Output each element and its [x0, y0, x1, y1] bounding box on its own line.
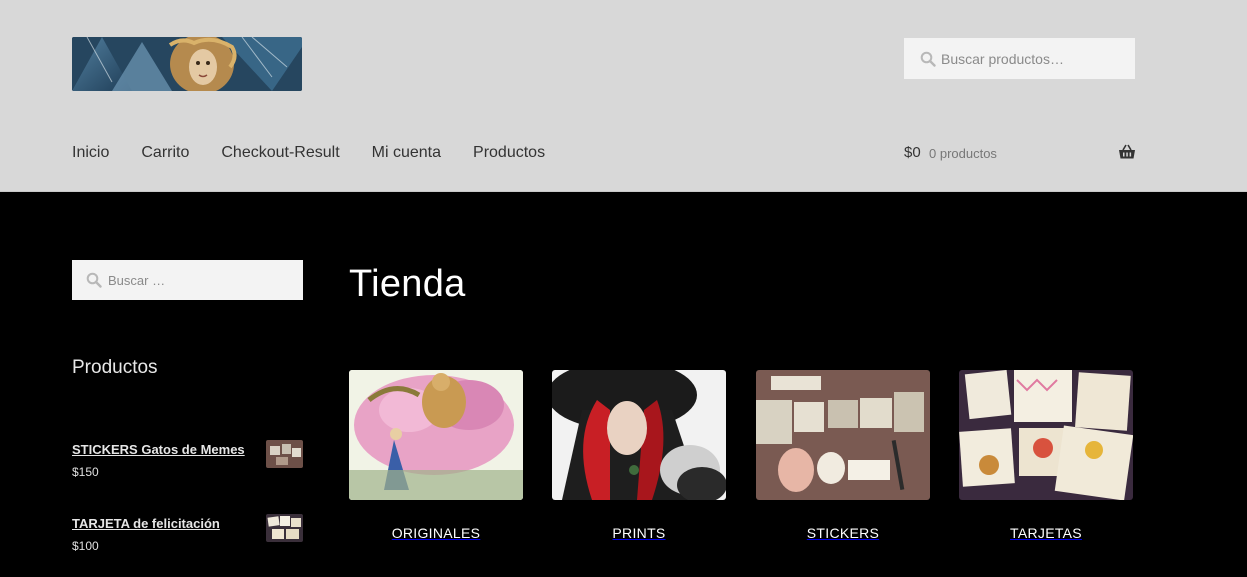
- product-thumbnail[interactable]: [266, 440, 303, 468]
- category-stickers[interactable]: STICKERS: [756, 370, 930, 541]
- category-label: STICKERS: [806, 525, 880, 541]
- product-widget-item: STICKERS Gatos de Memes $150: [72, 440, 303, 479]
- category-label: TARJETAS: [1010, 525, 1082, 541]
- product-widget-item: TARJETA de felicitación $100: [72, 514, 303, 553]
- product-thumbnail[interactable]: [266, 514, 303, 542]
- nav-item-carrito[interactable]: Carrito: [141, 141, 189, 165]
- products-widget-title: Productos: [72, 357, 158, 378]
- nav-item-mi-cuenta[interactable]: Mi cuenta: [372, 141, 441, 165]
- site-header: Inicio Carrito Checkout-Result Mi cuenta…: [0, 0, 1247, 192]
- category-prints[interactable]: PRINTS: [552, 370, 726, 541]
- basket-icon: [1119, 144, 1135, 159]
- category-image: [552, 370, 726, 500]
- category-originales[interactable]: ORIGINALES: [349, 370, 523, 541]
- nav-item-inicio[interactable]: Inicio: [72, 141, 109, 165]
- category-image: [756, 370, 930, 500]
- category-label: PRINTS: [612, 525, 666, 541]
- cart-count: 0 productos: [929, 146, 997, 161]
- cart-amount: $0: [904, 144, 921, 161]
- search-icon: [86, 272, 102, 288]
- category-tarjetas[interactable]: TARJETAS: [959, 370, 1133, 541]
- sidebar-search: [72, 260, 303, 300]
- category-image: [349, 370, 523, 500]
- sidebar-search-input[interactable]: [108, 260, 298, 300]
- category-label: ORIGINALES: [391, 525, 481, 541]
- search-icon: [920, 51, 936, 67]
- category-image: [959, 370, 1133, 500]
- cart-link[interactable]: $0 0 productos: [904, 141, 1136, 165]
- primary-navigation: Inicio Carrito Checkout-Result Mi cuenta…: [72, 141, 577, 165]
- page-title: Tienda: [349, 263, 466, 305]
- nav-item-checkout-result[interactable]: Checkout-Result: [221, 141, 339, 165]
- nav-item-productos[interactable]: Productos: [473, 141, 545, 165]
- header-search-input[interactable]: [941, 38, 1131, 79]
- logo-artwork: [72, 37, 302, 91]
- site-logo[interactable]: [72, 37, 302, 91]
- header-search: [904, 38, 1135, 79]
